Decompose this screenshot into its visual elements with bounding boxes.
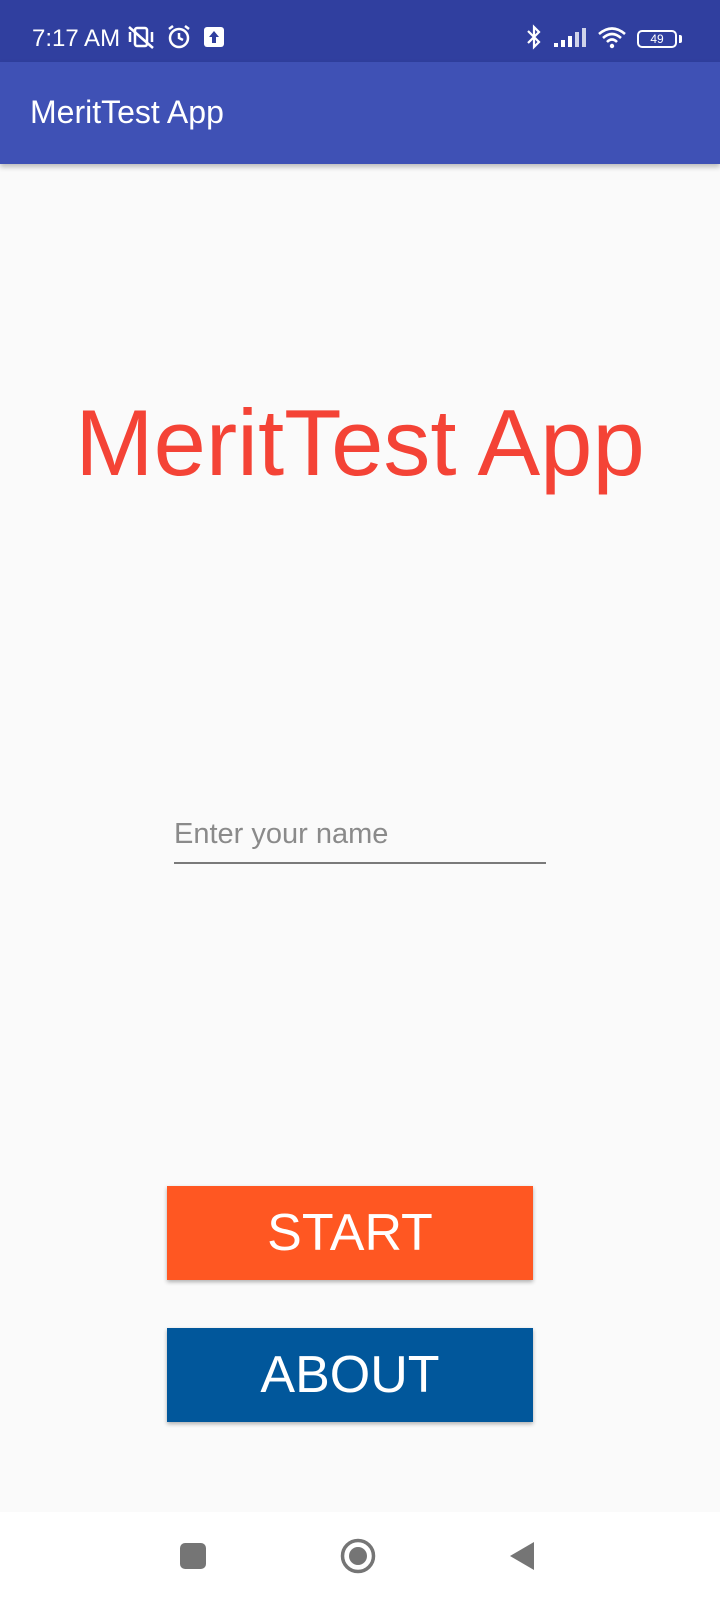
- home-icon: [340, 1538, 376, 1574]
- back-icon: [510, 1542, 534, 1570]
- back-button[interactable]: [498, 1532, 546, 1580]
- status-right-icons: 49: [525, 23, 682, 55]
- status-time: 7:17 AM: [32, 25, 121, 52]
- home-button[interactable]: [334, 1532, 382, 1580]
- bluetooth-icon: [525, 23, 543, 55]
- app-bar-title: MeritTest App: [30, 94, 224, 130]
- start-button[interactable]: START: [167, 1186, 533, 1280]
- about-button[interactable]: ABOUT: [167, 1328, 533, 1422]
- app-bar: MeritTest App: [0, 62, 720, 164]
- upload-icon: [202, 25, 226, 54]
- app-title-heading: MeritTest App: [75, 390, 645, 495]
- wifi-icon: [597, 25, 627, 54]
- status-bar: 7:17 AM 49: [0, 0, 720, 62]
- recents-button[interactable]: [169, 1532, 217, 1580]
- recents-icon: [180, 1543, 206, 1569]
- navigation-bar: [0, 1512, 720, 1600]
- battery-level: 49: [637, 30, 677, 48]
- name-field[interactable]: [174, 808, 546, 864]
- name-input[interactable]: [174, 808, 546, 860]
- alarm-icon: [166, 24, 192, 55]
- signal-icon: [553, 26, 587, 53]
- battery-icon: 49: [637, 30, 682, 48]
- status-left-icons: [126, 24, 226, 54]
- vibrate-mute-icon: [126, 24, 156, 55]
